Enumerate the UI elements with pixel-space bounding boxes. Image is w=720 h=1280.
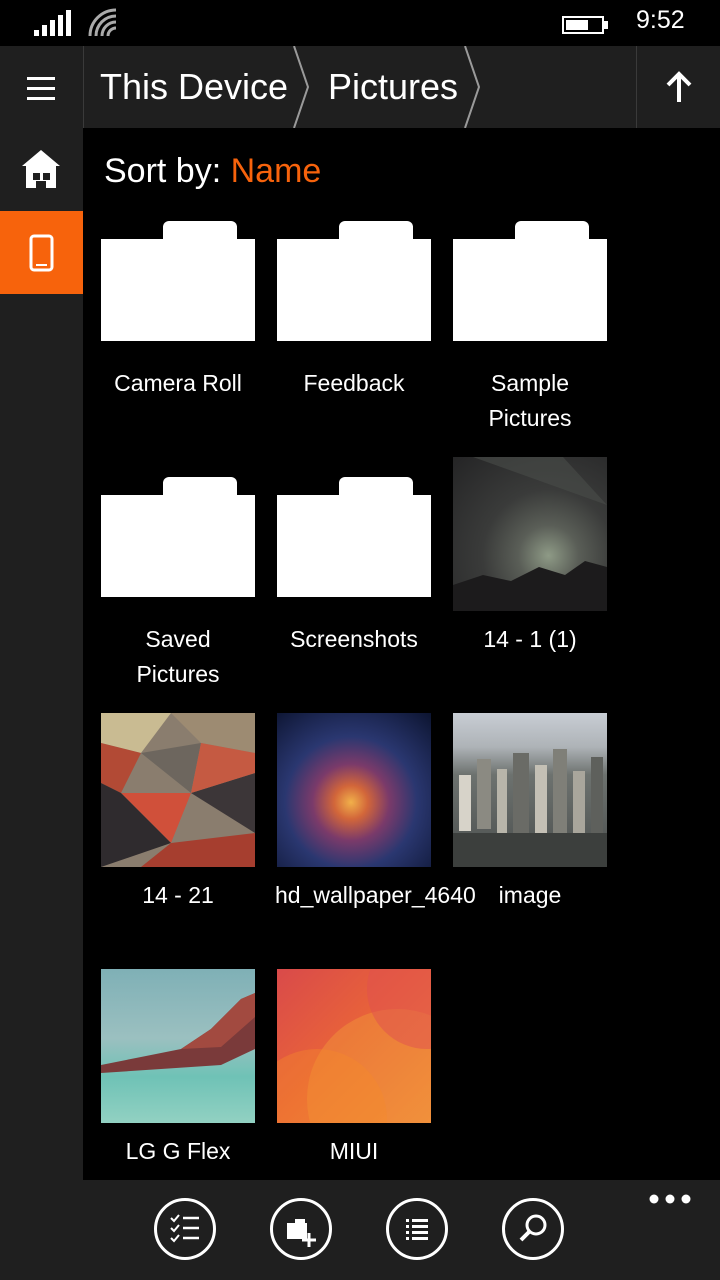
search-icon	[519, 1214, 547, 1242]
image-thumbnail	[101, 969, 255, 1123]
sort-label: Sort by:	[104, 152, 231, 190]
item-label: 14 - 21	[142, 882, 214, 908]
new-folder-button[interactable]	[270, 1198, 332, 1260]
select-button[interactable]	[154, 1198, 216, 1260]
file-browser: Sort by: Name Camera Roll Feedback Sampl…	[83, 128, 720, 1180]
image-thumbnail	[453, 713, 607, 867]
breadcrumb-pictures[interactable]: Pictures	[328, 46, 458, 128]
image-thumbnail	[277, 969, 431, 1123]
up-folder-button[interactable]	[636, 46, 720, 128]
sort-selector[interactable]: Sort by: Name	[104, 152, 321, 191]
item-label: Feedback	[303, 370, 405, 396]
wifi-icon	[88, 8, 117, 37]
folder-icon	[101, 213, 255, 367]
view-mode-button[interactable]	[386, 1198, 448, 1260]
item-label: LG G Flex	[125, 1138, 231, 1164]
item-label: Saved Pictures	[136, 626, 220, 687]
item-label: hd_wallpaper_4640	[275, 882, 476, 908]
folder-icon	[277, 213, 431, 367]
folder-icon	[101, 469, 255, 623]
app-bar	[0, 1180, 720, 1280]
new-folder-icon	[287, 1219, 316, 1247]
image-thumbnail	[101, 713, 255, 867]
folder-icon	[277, 469, 431, 623]
folder-icon	[453, 213, 607, 367]
battery-icon	[562, 16, 608, 34]
search-button[interactable]	[502, 1198, 564, 1260]
header-bar: This Device Pictures	[0, 46, 720, 128]
select-checklist-icon	[170, 1214, 199, 1243]
item-label: image	[498, 882, 562, 908]
status-bar: 9:52	[0, 0, 720, 46]
sidebar	[0, 128, 83, 1180]
signal-bars-icon	[34, 10, 71, 36]
sidebar-item-home[interactable]	[0, 128, 83, 211]
sort-value[interactable]: Name	[231, 152, 322, 190]
home-icon	[22, 150, 60, 188]
image-thumbnail	[453, 457, 607, 611]
hamburger-menu-icon	[27, 77, 55, 100]
image-thumbnail	[277, 713, 431, 867]
breadcrumb-separator-icon	[293, 46, 310, 128]
list-view-icon	[406, 1219, 428, 1240]
item-label: Screenshots	[290, 626, 418, 652]
menu-button[interactable]	[0, 46, 84, 128]
up-arrow-icon	[666, 71, 692, 102]
clock: 9:52	[636, 6, 685, 34]
breadcrumb-separator-icon	[464, 46, 481, 128]
item-label: 14 - 1 (1)	[483, 626, 577, 652]
item-label: MIUI	[329, 1138, 379, 1164]
more-dots-icon[interactable]	[648, 1192, 692, 1206]
breadcrumb-this-device[interactable]: This Device	[100, 46, 288, 128]
item-label: Camera Roll	[114, 370, 242, 396]
sidebar-item-this-device[interactable]	[0, 211, 83, 294]
item-label: Sample Pictures	[488, 370, 572, 431]
phone-device-icon	[29, 234, 54, 272]
